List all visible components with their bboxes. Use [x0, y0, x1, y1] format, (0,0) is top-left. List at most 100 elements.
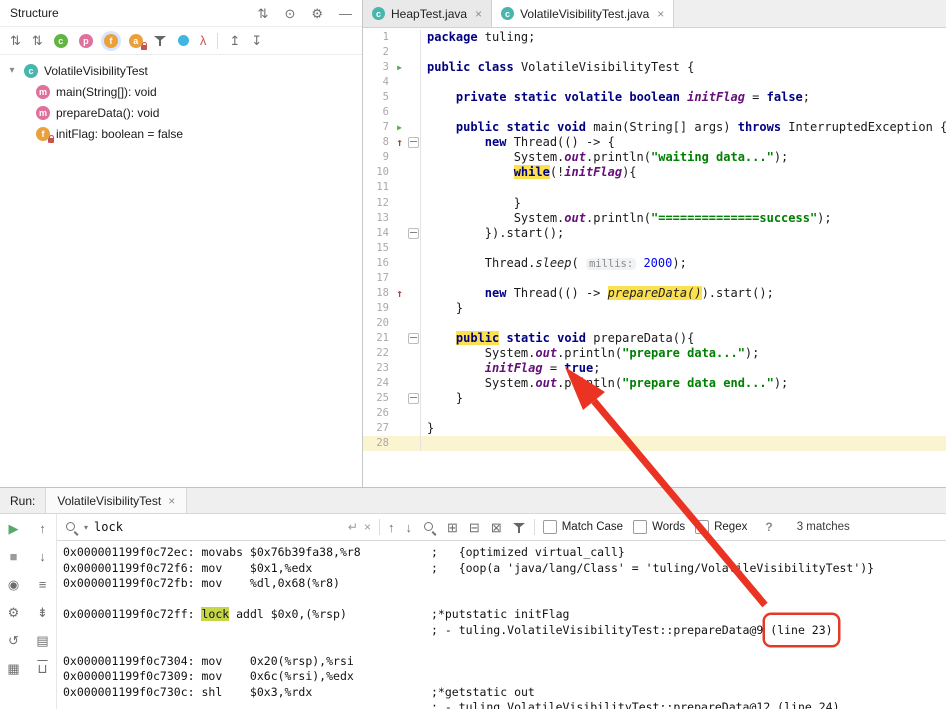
help-icon[interactable]: ? — [765, 520, 772, 534]
regex-checkbox[interactable]: Regex — [695, 520, 747, 534]
soft-wrap-button[interactable]: ≡ — [39, 578, 47, 591]
code-line[interactable]: 20 — [363, 315, 946, 331]
code-line[interactable]: 7 ▶ public static void main(String[] args… — [363, 120, 946, 136]
fold-marker-icon[interactable] — [408, 227, 419, 239]
fold-slot — [407, 330, 421, 346]
settings-button[interactable]: ⚙ — [8, 606, 20, 619]
close-tab-icon[interactable]: × — [475, 7, 482, 21]
up-the-stack-button[interactable]: ↑ — [39, 522, 46, 535]
sort-icon[interactable]: ⇅ — [258, 7, 269, 20]
collapse-all-icon[interactable]: ↧ — [251, 34, 262, 47]
remove-occurrence-icon[interactable]: ⊟ — [469, 521, 480, 534]
code-line[interactable]: 23 initFlag = true; — [363, 361, 946, 377]
hide-icon[interactable]: — — [339, 7, 352, 20]
code-line[interactable]: 21 public static void prepareData(){ — [363, 330, 946, 346]
filter-results-icon[interactable] — [512, 521, 526, 534]
settings-icon[interactable]: ⚙ — [311, 7, 323, 20]
code-line[interactable]: 13 System.out.println("==============suc… — [363, 210, 946, 226]
match-case-checkbox[interactable]: Match Case — [542, 520, 623, 534]
fold-slot — [407, 135, 421, 151]
code-line[interactable]: 5 private static volatile boolean initFl… — [363, 90, 946, 106]
locate-icon[interactable]: ⊙ — [284, 7, 295, 20]
code-line[interactable]: 8 ↑ new Thread(() -> { — [363, 135, 946, 151]
close-tab-icon[interactable]: × — [657, 7, 664, 21]
add-occurrence-icon[interactable]: ⊞ — [447, 521, 458, 534]
words-checkbox[interactable]: Words — [633, 520, 685, 534]
code-line[interactable]: 28 — [363, 436, 946, 452]
code-line[interactable]: 3 ▶ public class VolatileVisibilityTest { — [363, 60, 946, 76]
show-anonymous-classes-icon[interactable]: a — [128, 33, 147, 50]
clear-search-icon[interactable]: × — [364, 520, 371, 534]
down-the-stack-button[interactable]: ↓ — [39, 550, 46, 563]
pin-tab-button[interactable]: ▦ — [7, 662, 19, 675]
code-line[interactable]: 15 — [363, 240, 946, 256]
fold-marker-icon[interactable] — [408, 393, 419, 405]
console-output[interactable]: 0x000001199f0c72ec: movabs $0x76b39fa38,… — [57, 541, 946, 709]
code-line[interactable]: 11 — [363, 180, 946, 196]
search-input[interactable]: lock — [94, 520, 342, 534]
structure-item-method[interactable]: m prepareData(): void — [0, 102, 362, 123]
code-line[interactable]: 10 while(!initFlag){ — [363, 165, 946, 181]
structure-item-class[interactable]: ▾ c VolatileVisibilityTest — [0, 60, 362, 81]
code-line[interactable]: 14 }).start(); — [363, 225, 946, 241]
sort-by-visibility-icon[interactable]: ⇅ — [10, 34, 21, 47]
editor-tab[interactable]: c HeapTest.java × — [363, 0, 493, 27]
checkbox-icon[interactable] — [633, 520, 648, 534]
thread-dump-button[interactable]: ◉ — [8, 578, 19, 591]
restore-layout-button[interactable]: ↺ — [8, 634, 19, 647]
clear-all-button[interactable]: ⊔ — [37, 662, 47, 675]
show-properties-icon[interactable]: p — [78, 33, 93, 48]
show-objects-icon[interactable] — [177, 35, 189, 46]
run-tab[interactable]: VolatileVisibilityTest × — [45, 488, 188, 513]
fold-slot — [407, 120, 421, 136]
structure-item-method[interactable]: m main(String[]): void — [0, 81, 362, 102]
show-lambdas-icon[interactable]: λ — [200, 34, 207, 47]
structure-item-field[interactable]: f initFlag: boolean = false — [0, 123, 362, 144]
fold-marker-icon[interactable] — [408, 332, 419, 344]
find-all-icon[interactable] — [423, 521, 436, 534]
implements-marker-icon[interactable]: ↑ — [396, 286, 403, 301]
code-line[interactable]: 27} — [363, 421, 946, 437]
sort-alphabetically-icon[interactable]: ⇅ — [32, 34, 43, 47]
show-inherited-icon[interactable]: c — [53, 33, 68, 48]
code-line[interactable]: 18 ↑ new Thread(() -> prepareData()).star… — [363, 285, 946, 301]
fold-marker-icon[interactable] — [408, 137, 419, 149]
code-line[interactable]: 12 } — [363, 195, 946, 211]
print-button[interactable]: ▤ — [36, 634, 48, 647]
checkbox-icon[interactable] — [695, 520, 710, 534]
code-line[interactable]: 25 } — [363, 391, 946, 407]
code-line[interactable]: 24 System.out.println("prepare data end.… — [363, 376, 946, 392]
run-line-button[interactable]: ▶ — [397, 60, 402, 75]
editor-body[interactable]: 1 package tuling; 2 3 ▶ public class Volatile… — [363, 28, 946, 487]
editor-tab[interactable]: c VolatileVisibilityTest.java × — [492, 0, 675, 27]
run-line-button[interactable]: ▶ — [397, 120, 402, 135]
code-line[interactable]: 6 — [363, 105, 946, 121]
expand-all-icon[interactable]: ↥ — [229, 34, 240, 47]
stop-button[interactable]: ■ — [10, 550, 18, 563]
fold-slot — [407, 180, 421, 196]
next-occurrence-icon[interactable]: ↓ — [406, 521, 413, 534]
code-line[interactable]: 17 — [363, 270, 946, 286]
show-fields-icon[interactable]: f — [103, 33, 118, 48]
rerun-button[interactable]: ▶ — [9, 522, 19, 535]
scroll-to-end-button[interactable]: ⇟ — [37, 606, 48, 619]
gutter-icon-slot — [392, 30, 407, 45]
checkbox-icon[interactable] — [542, 520, 557, 534]
code-line[interactable]: 2 — [363, 45, 946, 61]
run-tab-close-icon[interactable]: × — [168, 494, 175, 508]
code-line[interactable]: 9 System.out.println("waiting data..."); — [363, 150, 946, 166]
code-line[interactable]: 22 System.out.println("prepare data...")… — [363, 345, 946, 362]
chevron-down-icon[interactable]: ▾ — [6, 65, 18, 76]
code-line[interactable]: 1 package tuling; — [363, 30, 946, 46]
class-file-icon: c — [372, 7, 385, 20]
previous-occurrence-icon[interactable]: ↑ — [388, 521, 395, 534]
select-all-occurrences-icon[interactable]: ⊠ — [491, 521, 502, 534]
search-history-chevron-icon[interactable]: ▾ — [84, 523, 88, 532]
code-line[interactable]: 4 — [363, 75, 946, 91]
code-line[interactable]: 16 Thread.sleep( millis: 2000); — [363, 255, 946, 271]
search-field[interactable]: ▾ lock ↵ × — [65, 520, 371, 534]
code-line[interactable]: 19 } — [363, 300, 946, 316]
implements-marker-icon[interactable]: ↑ — [396, 135, 403, 150]
filter-icon[interactable] — [153, 34, 167, 47]
code-line[interactable]: 26 — [363, 406, 946, 422]
